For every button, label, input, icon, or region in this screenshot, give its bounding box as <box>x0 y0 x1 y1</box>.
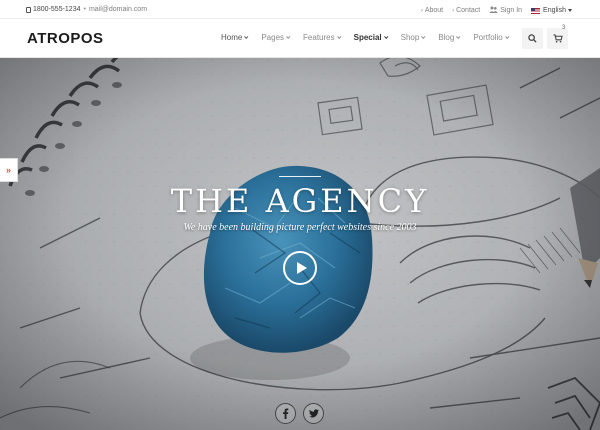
about-link[interactable]: › About <box>421 7 443 14</box>
cart-icon <box>553 34 563 43</box>
site-logo[interactable]: ATROPOS <box>27 30 104 47</box>
nav-item-blog[interactable]: Blog <box>438 33 461 42</box>
nav-label: Portfolio <box>473 33 503 42</box>
side-panel-toggle[interactable]: » <box>0 158 18 182</box>
chevron-down-icon <box>336 34 341 39</box>
main-nav: Home Pages Features Special Shop Blog Po… <box>221 33 522 42</box>
chevron-right-icon: › <box>420 7 423 14</box>
signin-link[interactable]: Sign In <box>489 6 522 15</box>
hero-subtitle: We have been building picture perfect we… <box>183 222 417 233</box>
play-video-button[interactable] <box>283 251 317 285</box>
title-divider <box>279 176 321 177</box>
signin-label: Sign In <box>500 7 523 14</box>
top-links: › About › Contact Sign In English <box>421 6 572 15</box>
language-label: English <box>543 7 566 14</box>
nav-label: Pages <box>261 33 285 42</box>
users-icon <box>489 6 498 15</box>
nav-item-special[interactable]: Special <box>353 33 388 42</box>
hero-section: » THE AGENCY We have been building pictu… <box>0 58 600 430</box>
contact-link[interactable]: › Contact <box>452 7 480 14</box>
nav-item-pages[interactable]: Pages <box>261 33 291 42</box>
facebook-button[interactable] <box>275 403 296 424</box>
main-header: ATROPOS Home Pages Features Special Shop… <box>0 19 600 58</box>
chevron-down-icon <box>383 34 388 39</box>
email-link[interactable]: mail@domain.com <box>89 6 147 13</box>
top-bar: 1800-555-1234 • mail@domain.com › About … <box>0 0 600 19</box>
play-icon <box>296 262 307 274</box>
contact-label: Contact <box>456 7 481 14</box>
nav-label: Shop <box>400 33 420 42</box>
twitter-icon <box>308 409 319 418</box>
hero-background-image <box>0 58 600 430</box>
search-button[interactable] <box>522 28 543 49</box>
chevron-down-icon <box>244 34 249 39</box>
cart-button[interactable] <box>547 28 568 49</box>
nav-label: Features <box>303 33 335 42</box>
twitter-button[interactable] <box>303 403 324 424</box>
us-flag-icon <box>531 7 541 14</box>
nav-item-features[interactable]: Features <box>303 33 341 42</box>
nav-item-shop[interactable]: Shop <box>400 33 426 42</box>
cart-count-badge: 3 <box>562 25 566 31</box>
nav-label: Blog <box>438 33 455 42</box>
chevron-down-icon <box>504 34 510 39</box>
nav-label: Home <box>221 33 243 42</box>
phone-icon <box>26 6 31 13</box>
chevron-down-icon <box>421 34 426 39</box>
nav-item-portfolio[interactable]: Portfolio <box>473 33 510 42</box>
chevron-down-icon <box>456 34 461 39</box>
nav-item-home[interactable]: Home <box>221 33 249 42</box>
search-icon <box>528 34 537 43</box>
contact-info: 1800-555-1234 • mail@domain.com <box>26 6 147 13</box>
about-label: About <box>424 7 444 14</box>
nav-label: Special <box>353 33 382 42</box>
caret-down-icon <box>568 9 572 12</box>
double-chevron-right-icon: » <box>5 165 11 175</box>
chevron-right-icon: › <box>452 7 455 14</box>
logo-text: ATROPOS <box>27 30 104 47</box>
language-selector[interactable]: English <box>531 7 572 14</box>
chevron-down-icon <box>286 34 291 39</box>
separator: • <box>83 6 86 13</box>
hero-title: THE AGENCY <box>170 182 430 220</box>
facebook-icon <box>283 408 289 419</box>
phone-number[interactable]: 1800-555-1234 <box>33 6 81 13</box>
